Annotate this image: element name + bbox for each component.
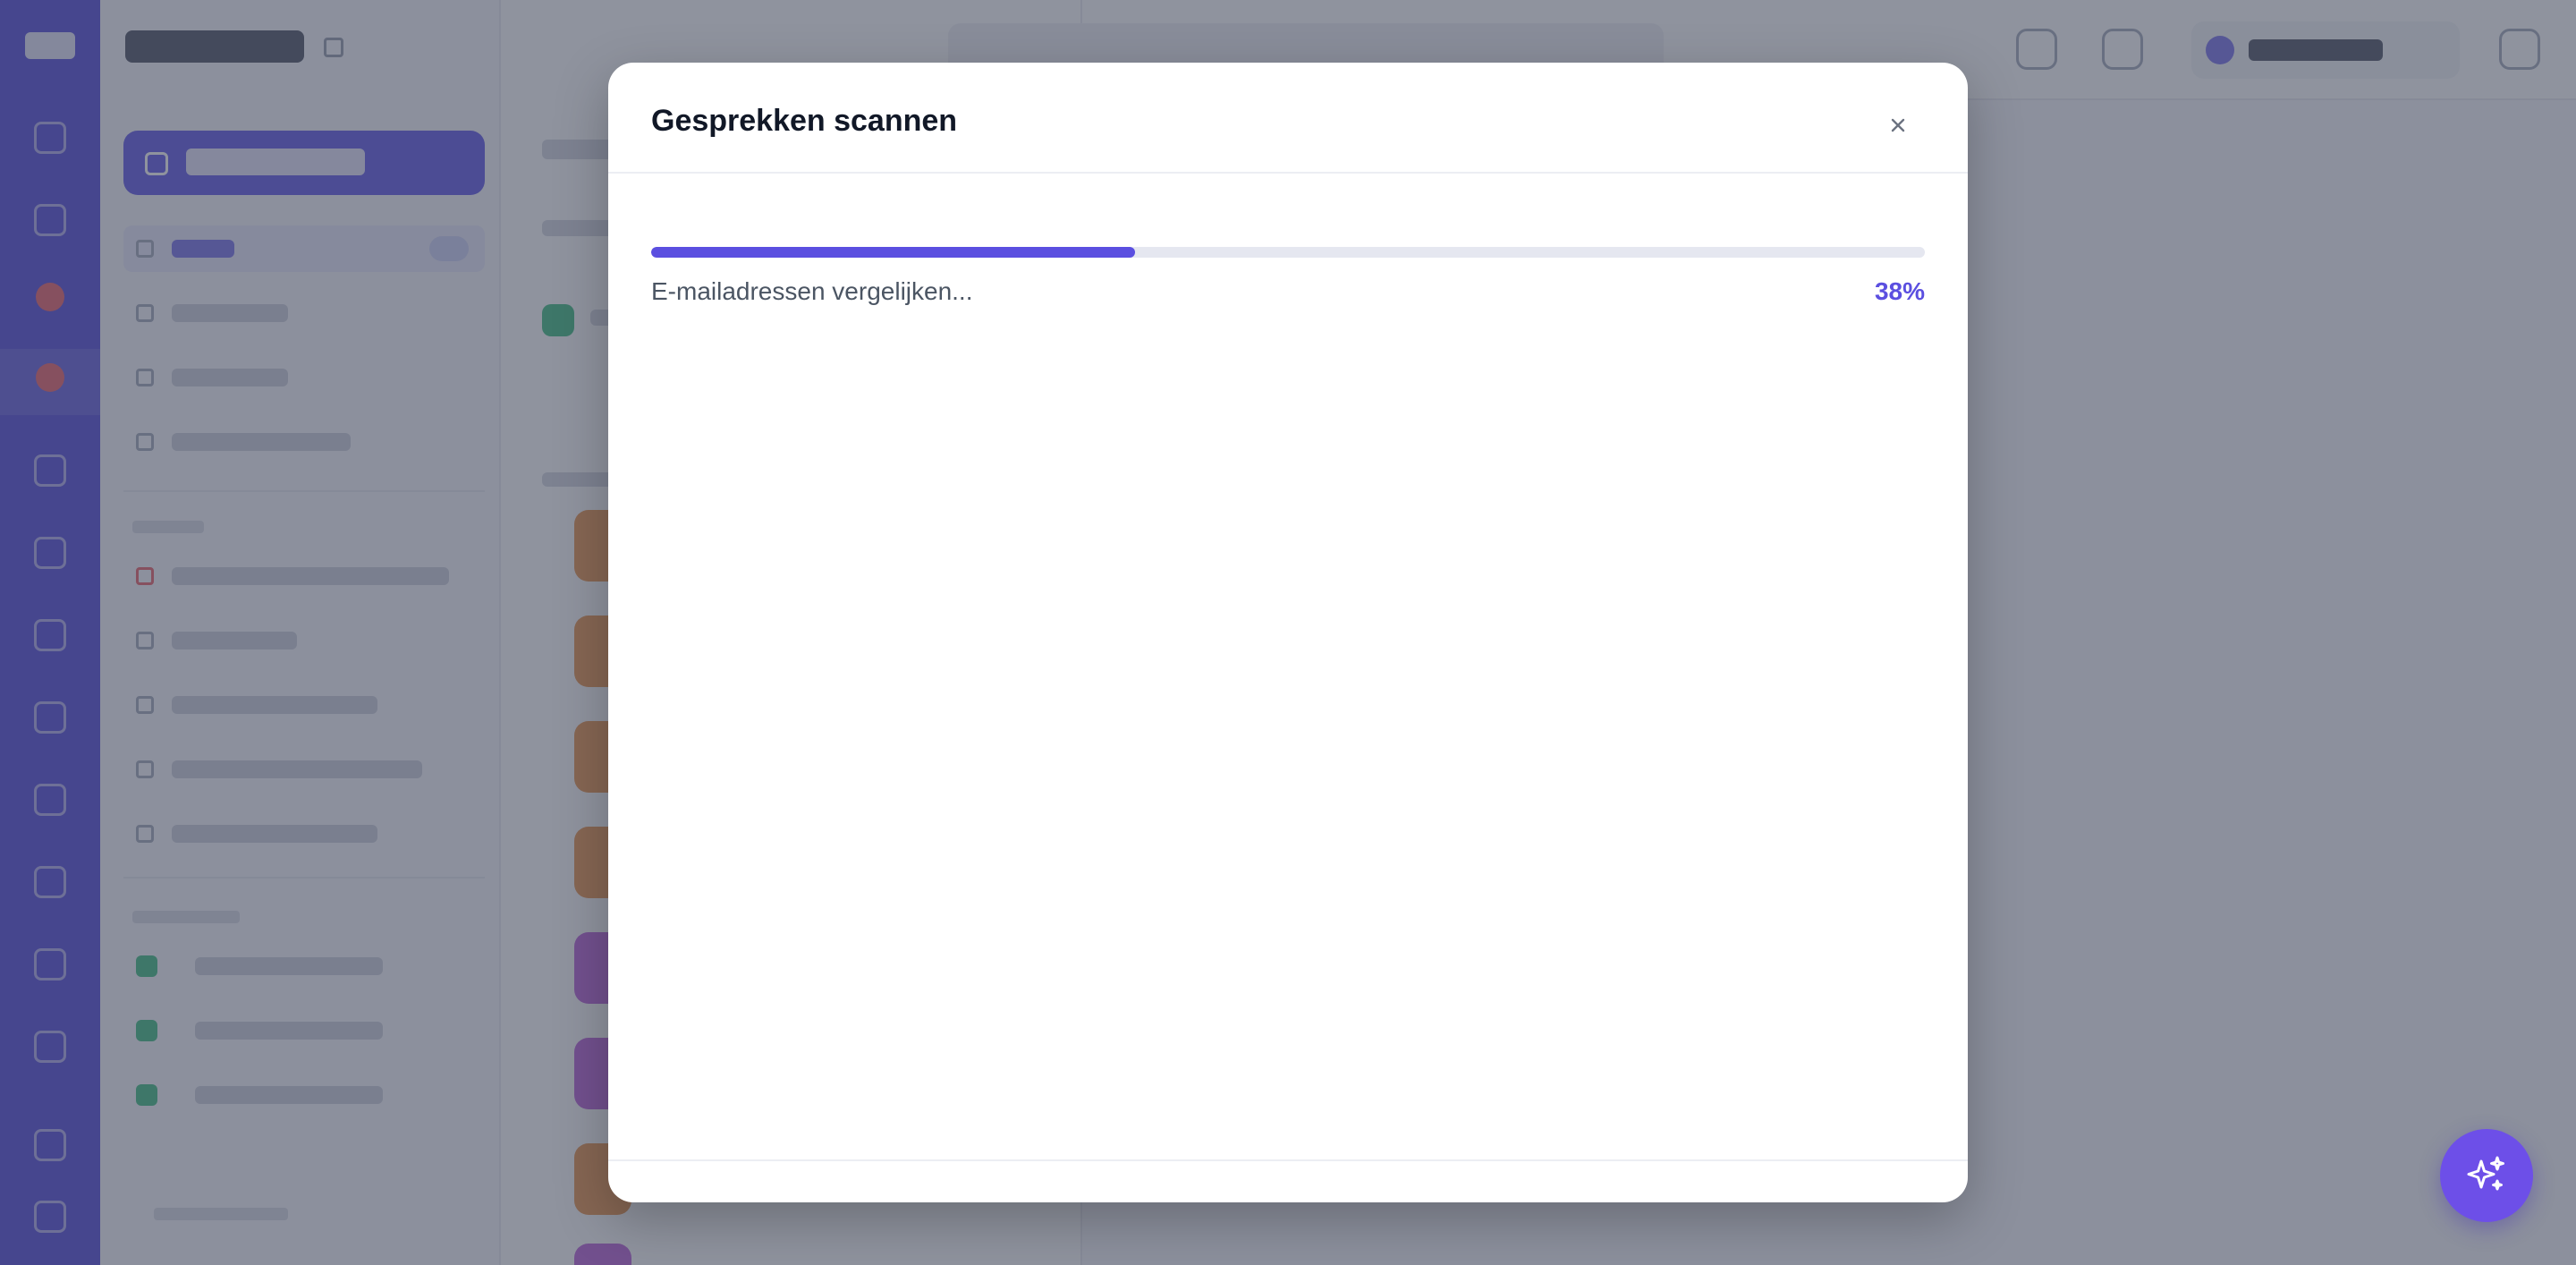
close-icon bbox=[1891, 118, 1905, 132]
sparkles-icon bbox=[2467, 1156, 2504, 1191]
scan-conversations-dialog: Gesprekken scannen E-mailadressen vergel… bbox=[608, 63, 1968, 1202]
scan-progress-fill bbox=[651, 247, 1136, 258]
dialog-title: Gesprekken scannen bbox=[651, 104, 958, 138]
scan-percent-label: 38% bbox=[1874, 277, 1925, 305]
dialog-footer bbox=[608, 1159, 1968, 1202]
close-button[interactable] bbox=[1880, 107, 1916, 143]
scan-status-text: E-mailadressen vergelijken... bbox=[651, 277, 973, 305]
dialog-header: Gesprekken scannen bbox=[608, 63, 1968, 174]
scan-progress-bar bbox=[651, 247, 1925, 258]
ai-assistant-button[interactable] bbox=[2440, 1129, 2533, 1222]
